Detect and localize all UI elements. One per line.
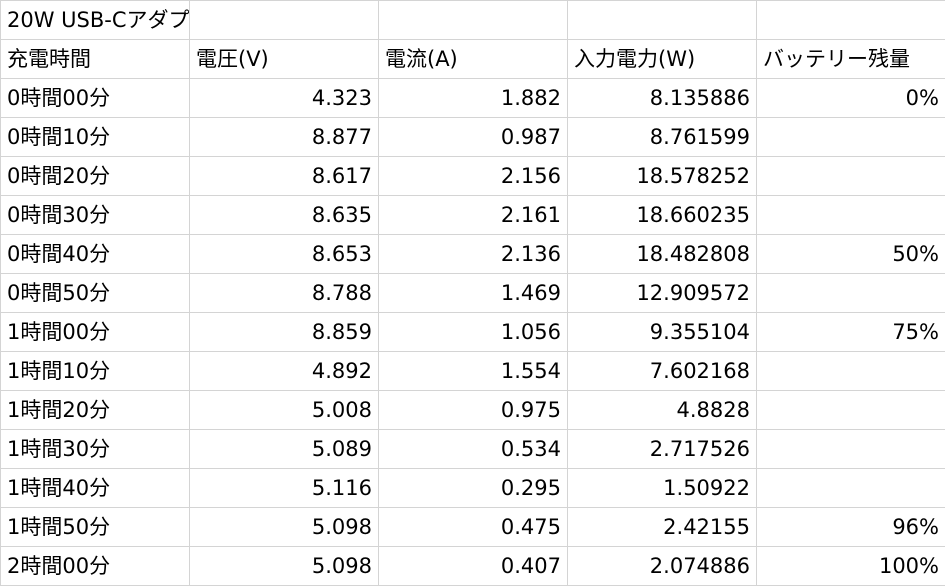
voltage-cell[interactable]: 8.653 [190, 235, 379, 274]
power-cell[interactable]: 12.909572 [568, 274, 757, 313]
voltage-cell[interactable]: 5.098 [190, 547, 379, 586]
header-cell-input-power[interactable]: 入力電力(W) [568, 40, 757, 79]
time-cell[interactable]: 1時間50分 [1, 508, 190, 547]
battery-cell[interactable]: 75% [757, 313, 945, 352]
table-row: 0時間20分8.6172.15618.578252 [1, 157, 945, 196]
time-cell[interactable]: 0時間40分 [1, 235, 190, 274]
time-cell[interactable]: 0時間20分 [1, 157, 190, 196]
power-cell[interactable]: 9.355104 [568, 313, 757, 352]
battery-cell[interactable] [757, 352, 945, 391]
voltage-cell[interactable]: 8.859 [190, 313, 379, 352]
time-cell[interactable]: 0時間50分 [1, 274, 190, 313]
time-cell[interactable]: 0時間30分 [1, 196, 190, 235]
voltage-cell[interactable]: 5.089 [190, 430, 379, 469]
voltage-cell[interactable]: 4.892 [190, 352, 379, 391]
power-cell[interactable]: 18.578252 [568, 157, 757, 196]
power-cell[interactable]: 2.717526 [568, 430, 757, 469]
battery-cell[interactable] [757, 157, 945, 196]
current-cell[interactable]: 2.156 [379, 157, 568, 196]
table-row: 0時間40分8.6532.13618.48280850% [1, 235, 945, 274]
header-cell-current[interactable]: 電流(A) [379, 40, 568, 79]
power-cell[interactable]: 2.074886 [568, 547, 757, 586]
battery-cell[interactable]: 50% [757, 235, 945, 274]
power-cell[interactable]: 1.50922 [568, 469, 757, 508]
current-cell[interactable]: 0.534 [379, 430, 568, 469]
battery-cell[interactable] [757, 391, 945, 430]
time-cell[interactable]: 1時間00分 [1, 313, 190, 352]
battery-cell[interactable] [757, 274, 945, 313]
header-cell-voltage[interactable]: 電圧(V) [190, 40, 379, 79]
current-cell[interactable]: 2.161 [379, 196, 568, 235]
time-cell[interactable]: 2時間00分 [1, 547, 190, 586]
current-cell[interactable]: 0.407 [379, 547, 568, 586]
spreadsheet-table: 20W USB-Cアダプター 充電時間 電圧(V) 電流(A) 入力電力(W) … [0, 0, 945, 586]
table-row: 0時間30分8.6352.16118.660235 [1, 196, 945, 235]
table-row: 0時間50分8.7881.46912.909572 [1, 274, 945, 313]
title-row: 20W USB-Cアダプター [1, 1, 945, 40]
voltage-cell[interactable]: 5.008 [190, 391, 379, 430]
voltage-cell[interactable]: 4.323 [190, 79, 379, 118]
voltage-cell[interactable]: 5.098 [190, 508, 379, 547]
battery-cell[interactable] [757, 118, 945, 157]
current-cell[interactable]: 2.136 [379, 235, 568, 274]
power-cell[interactable]: 7.602168 [568, 352, 757, 391]
time-cell[interactable]: 0時間10分 [1, 118, 190, 157]
current-cell[interactable]: 1.056 [379, 313, 568, 352]
table-row: 1時間10分4.8921.5547.602168 [1, 352, 945, 391]
header-row: 充電時間 電圧(V) 電流(A) 入力電力(W) バッテリー残量 [1, 40, 945, 79]
current-cell[interactable]: 0.475 [379, 508, 568, 547]
battery-cell[interactable] [757, 430, 945, 469]
table-row: 1時間40分5.1160.2951.50922 [1, 469, 945, 508]
empty-cell[interactable] [379, 1, 568, 40]
current-cell[interactable]: 1.469 [379, 274, 568, 313]
current-cell[interactable]: 0.295 [379, 469, 568, 508]
battery-cell[interactable]: 96% [757, 508, 945, 547]
table-row: 1時間30分5.0890.5342.717526 [1, 430, 945, 469]
empty-cell[interactable] [190, 1, 379, 40]
current-cell[interactable]: 0.987 [379, 118, 568, 157]
power-cell[interactable]: 18.660235 [568, 196, 757, 235]
table-row: 0時間10分8.8770.9878.761599 [1, 118, 945, 157]
empty-cell[interactable] [568, 1, 757, 40]
power-cell[interactable]: 4.8828 [568, 391, 757, 430]
battery-cell[interactable]: 100% [757, 547, 945, 586]
sheet-body: 20W USB-Cアダプター 充電時間 電圧(V) 電流(A) 入力電力(W) … [1, 1, 945, 586]
header-cell-charge-time[interactable]: 充電時間 [1, 40, 190, 79]
battery-cell[interactable] [757, 196, 945, 235]
battery-cell[interactable] [757, 469, 945, 508]
table-row: 2時間00分5.0980.4072.074886100% [1, 547, 945, 586]
time-cell[interactable]: 1時間40分 [1, 469, 190, 508]
header-cell-battery-level[interactable]: バッテリー残量 [757, 40, 945, 79]
voltage-cell[interactable]: 5.116 [190, 469, 379, 508]
table-row: 1時間50分5.0980.4752.4215596% [1, 508, 945, 547]
current-cell[interactable]: 1.554 [379, 352, 568, 391]
power-cell[interactable]: 8.135886 [568, 79, 757, 118]
title-cell[interactable]: 20W USB-Cアダプター [1, 1, 190, 40]
time-cell[interactable]: 1時間30分 [1, 430, 190, 469]
table-row: 1時間00分8.8591.0569.35510475% [1, 313, 945, 352]
voltage-cell[interactable]: 8.617 [190, 157, 379, 196]
current-cell[interactable]: 1.882 [379, 79, 568, 118]
table-row: 1時間20分5.0080.9754.8828 [1, 391, 945, 430]
current-cell[interactable]: 0.975 [379, 391, 568, 430]
voltage-cell[interactable]: 8.635 [190, 196, 379, 235]
power-cell[interactable]: 2.42155 [568, 508, 757, 547]
empty-cell[interactable] [757, 1, 945, 40]
voltage-cell[interactable]: 8.788 [190, 274, 379, 313]
time-cell[interactable]: 1時間10分 [1, 352, 190, 391]
power-cell[interactable]: 18.482808 [568, 235, 757, 274]
voltage-cell[interactable]: 8.877 [190, 118, 379, 157]
time-cell[interactable]: 1時間20分 [1, 391, 190, 430]
table-row: 0時間00分4.3231.8828.1358860% [1, 79, 945, 118]
time-cell[interactable]: 0時間00分 [1, 79, 190, 118]
battery-cell[interactable]: 0% [757, 79, 945, 118]
power-cell[interactable]: 8.761599 [568, 118, 757, 157]
